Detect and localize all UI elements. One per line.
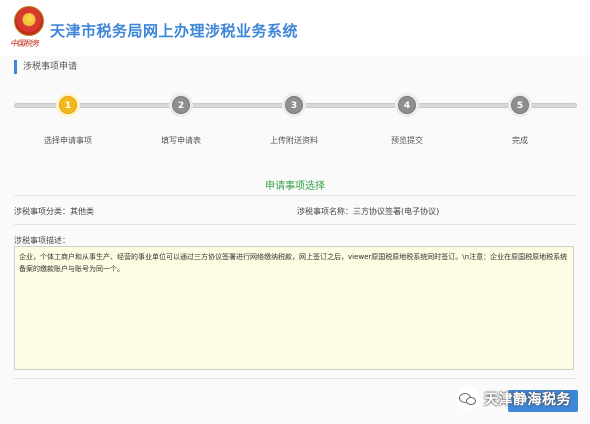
step-4-label: 预览提交 — [391, 136, 423, 145]
watermark: 天津静海税务 — [456, 386, 571, 412]
category-field: 涉税事项分类：其他类 — [14, 207, 94, 216]
step-4-circle: 4 — [398, 96, 416, 114]
star-icon: ★ — [24, 11, 36, 25]
page: ★ 中国税务 天津市税务局网上办理涉税业务系统 涉税事项申请 1 2 3 4 5… — [0, 0, 590, 424]
selection-title: 申请事项选择 — [265, 181, 325, 192]
divider — [14, 195, 576, 196]
description-textarea[interactable]: 企业，个体工商户和从事生产、经营的事业单位可以通过三方协议签署进行网络缴纳税款，… — [14, 246, 574, 370]
wechat-icon — [456, 387, 480, 411]
step-3-label: 上传附送资料 — [270, 136, 318, 145]
step-3-circle: 3 — [285, 96, 303, 114]
item-name-field: 涉税事项名称：三方协议签署(电子协议) — [297, 207, 440, 216]
step-5-label: 完成 — [512, 136, 528, 145]
system-title: 天津市税务局网上办理涉税业务系统 — [50, 22, 299, 40]
description-label: 涉税事项描述： — [14, 236, 70, 245]
divider — [14, 224, 576, 225]
divider — [14, 378, 576, 379]
step-2-circle: 2 — [172, 96, 190, 114]
tax-emblem-icon: ★ — [14, 6, 44, 36]
step-5-circle: 5 — [511, 96, 529, 114]
watermark-text: 天津静海税务 — [484, 392, 571, 408]
step-2-label: 填写申请表 — [161, 136, 201, 145]
header: ★ 中国税务 天津市税务局网上办理涉税业务系统 — [0, 0, 590, 56]
step-1-circle: 1 — [59, 96, 77, 114]
step-1-label: 选择申请事项 — [44, 136, 92, 145]
emblem-caption: 中国税务 — [10, 39, 39, 48]
section-heading: 涉税事项申请 — [14, 60, 77, 74]
